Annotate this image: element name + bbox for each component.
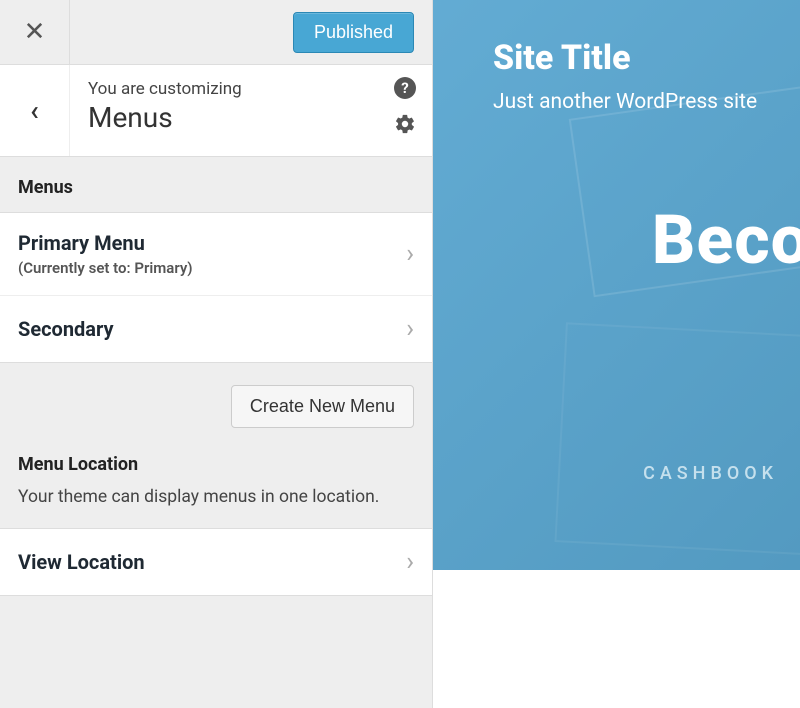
menu-location-block: Menu Location Your theme can display men… [0, 450, 432, 528]
menu-item-primary[interactable]: Primary Menu (Currently set to: Primary)… [0, 213, 432, 296]
section-header: ‹ You are customizing Menus ? [0, 65, 432, 157]
help-button[interactable]: ? [394, 77, 416, 99]
decorative-box [554, 322, 800, 557]
cashbook-label: CASHBOOK [643, 463, 778, 484]
view-location-title: View Location [18, 550, 145, 574]
chevron-right-icon: › [406, 239, 414, 269]
menu-location-label: Menu Location [18, 454, 414, 475]
section-title: Menus [88, 101, 414, 134]
section-header-text: You are customizing Menus ? [70, 65, 432, 156]
location-list: View Location › [0, 528, 432, 596]
gear-icon [394, 113, 416, 135]
chevron-right-icon: › [406, 314, 414, 344]
site-preview: Site Title Just another WordPress site B… [433, 0, 800, 708]
create-menu-row: Create New Menu [0, 363, 432, 450]
menu-location-description: Your theme can display menus in one loca… [18, 485, 414, 510]
close-icon: ✕ [24, 17, 46, 47]
hero-section: Site Title Just another WordPress site B… [433, 0, 800, 570]
site-tagline: Just another WordPress site [493, 90, 800, 114]
view-location-item[interactable]: View Location › [0, 529, 432, 595]
topbar-actions: Published [70, 0, 432, 64]
menus-list: Primary Menu (Currently set to: Primary)… [0, 212, 432, 363]
topbar: ✕ Published [0, 0, 432, 65]
published-button[interactable]: Published [293, 12, 414, 53]
customizer-sidebar: ✕ Published ‹ You are customizing Menus … [0, 0, 433, 708]
menus-group-label: Menus [0, 157, 432, 212]
help-icon: ? [394, 77, 416, 99]
hero-heading: Beco [652, 200, 800, 280]
create-new-menu-button[interactable]: Create New Menu [231, 385, 414, 428]
menu-item-subtitle: (Currently set to: Primary) [18, 259, 193, 277]
back-button[interactable]: ‹ [0, 65, 70, 156]
customizing-label: You are customizing [88, 79, 414, 99]
settings-button[interactable] [394, 113, 416, 139]
close-button[interactable]: ✕ [0, 0, 70, 64]
menu-item-secondary[interactable]: Secondary › [0, 296, 432, 362]
menu-item-title: Primary Menu [18, 231, 193, 255]
menu-item-title: Secondary [18, 317, 114, 341]
chevron-right-icon: › [406, 547, 414, 577]
site-title: Site Title [493, 38, 800, 78]
chevron-left-icon: ‹ [30, 94, 39, 127]
